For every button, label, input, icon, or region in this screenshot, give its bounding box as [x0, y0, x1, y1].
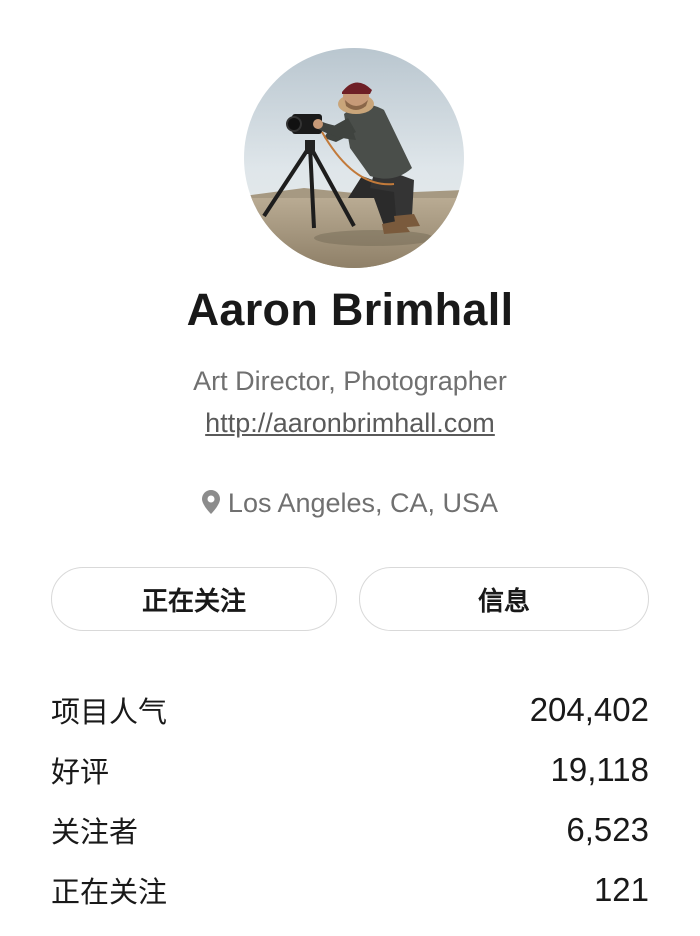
stat-row-following[interactable]: 正在关注 121 [51, 860, 649, 920]
location-pin-icon [201, 490, 220, 521]
profile-avatar[interactable] [244, 48, 464, 268]
avatar-photo [244, 48, 464, 268]
stat-value: 19,118 [550, 751, 649, 788]
stat-label: 关注者 [51, 817, 139, 849]
stat-value: 6,523 [566, 811, 649, 848]
profile-name: Aaron Brimhall [186, 284, 514, 335]
location-text: Los Angeles, CA, USA [227, 488, 499, 518]
stat-value: 204,402 [529, 691, 649, 728]
profile-website-link[interactable]: http://aaronbrimhall.com [0, 408, 700, 439]
stat-value: 121 [593, 871, 649, 908]
profile-stats: 项目人气 204,402 好评 19,118 关注者 6,523 正在关注 12… [51, 680, 649, 920]
following-button[interactable]: 正在关注 [51, 567, 337, 631]
stat-label: 正在关注 [51, 877, 168, 909]
stat-row-followers[interactable]: 关注者 6,523 [51, 800, 649, 860]
stat-label: 项目人气 [51, 697, 168, 729]
stat-row-project-views: 项目人气 204,402 [51, 680, 649, 740]
profile-occupation: Art Director, Photographer [193, 366, 507, 396]
profile-location: Los Angeles, CA, USA [0, 488, 700, 521]
stat-row-appreciations: 好评 19,118 [51, 740, 649, 800]
stat-label: 好评 [51, 757, 110, 789]
message-button[interactable]: 信息 [359, 567, 649, 631]
